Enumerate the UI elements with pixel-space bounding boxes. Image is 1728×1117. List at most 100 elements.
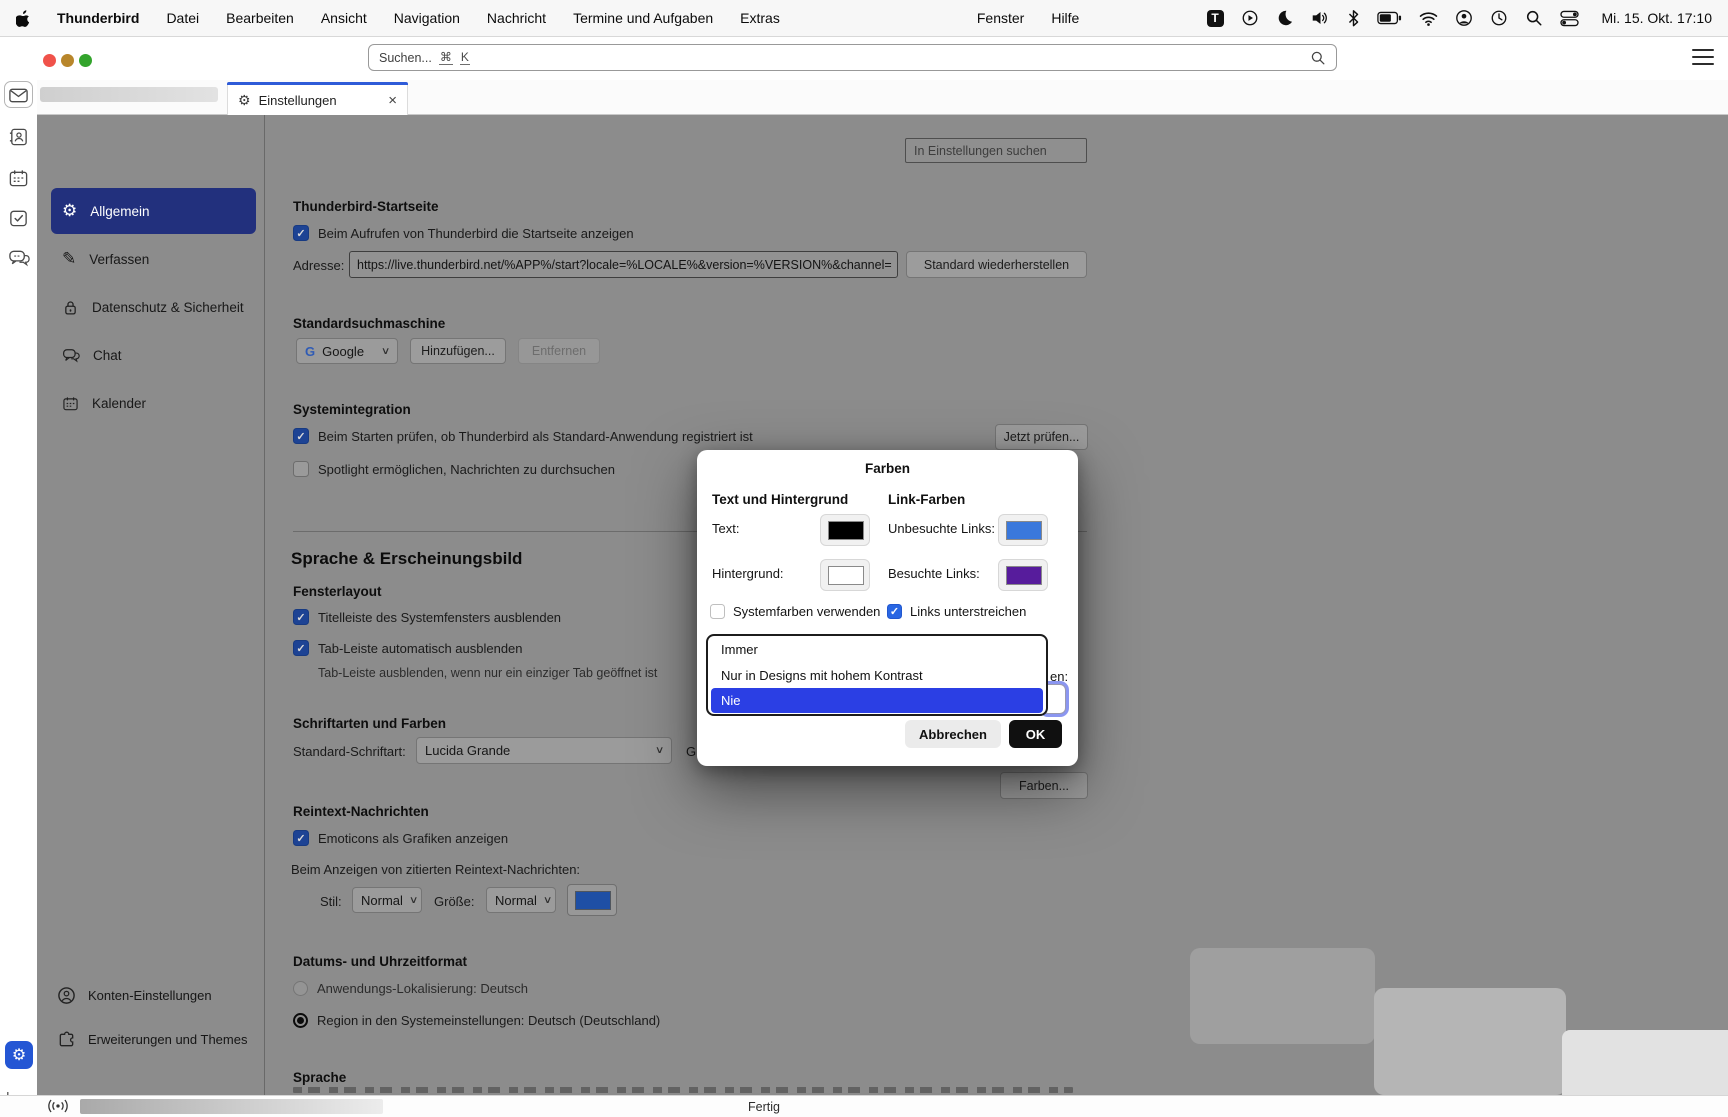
checkbox-underline-links[interactable]: ✓ [887,604,902,619]
section-heading-reintext: Reintext-Nachrichten [293,804,429,819]
moon-icon[interactable] [1276,9,1294,27]
visited-color-swatch[interactable] [998,559,1048,591]
sidebar-item-allgemein[interactable]: ⚙ Allgemein [51,188,256,234]
menu-termine[interactable]: Termine und Aufgaben [573,10,713,26]
sidebar-item-erweiterungen[interactable]: Erweiterungen und Themes [57,1030,247,1049]
close-icon[interactable]: × [388,92,397,109]
checkbox-default-app[interactable]: ✓ [293,428,309,444]
user-circle-icon[interactable] [1455,9,1473,27]
check-now-button[interactable]: Jetzt prüfen... [995,424,1088,450]
stil-label: Stil: [320,894,342,909]
sidebar-item-label: Allgemein [90,203,150,219]
chat-space-icon[interactable] [8,248,30,268]
volume-icon[interactable] [1311,9,1330,27]
apple-menu[interactable] [16,9,30,27]
mail-space-icon[interactable] [8,85,29,105]
menu-navigation[interactable]: Navigation [394,10,460,26]
stil-value: Normal [361,892,403,908]
section-heading-startseite: Thunderbird-Startseite [293,199,439,214]
settings-search-input[interactable]: In Einstellungen suchen [905,138,1087,163]
checkbox-emoticons[interactable]: ✓ [293,830,309,846]
search-icon[interactable] [1525,9,1543,27]
sidebar-item-verfassen[interactable]: ✎ Verfassen [51,236,256,282]
address-book-space-icon[interactable] [8,127,29,147]
wifi-icon[interactable] [1419,11,1438,26]
unvisited-color-swatch[interactable] [998,514,1048,546]
checkbox-system-colors[interactable] [710,604,725,619]
check-icon: ✓ [889,606,900,618]
checkbox-row-titlebar: ✓ Titelleiste des Systemfensters ausblen… [293,609,561,625]
thunderbird-badge-icon[interactable]: T [1206,9,1224,27]
dropdown-option-kontrast[interactable]: Nur in Designs mit hohem Kontrast [708,663,1046,689]
menu-bearbeiten[interactable]: Bearbeiten [226,10,294,26]
sidebar-item-datenschutz[interactable]: Datenschutz & Sicherheit [51,284,256,330]
chevron-down-icon: ∨ [380,345,391,357]
zoom-window-button[interactable] [79,54,92,67]
broadcast-icon [46,1098,70,1114]
cancel-button[interactable]: Abbrechen [905,720,1001,748]
stil-select[interactable]: Normal ∨ [352,887,422,913]
search-icon [1310,50,1326,66]
remove-engine-button[interactable]: Entfernen [518,338,600,364]
menu-bar-clock[interactable]: Mi. 15. Okt. 17:10 [1602,10,1713,26]
tab-label: Einstellungen [258,92,337,108]
quote-color-swatch[interactable] [567,884,617,916]
menu-extras[interactable]: Extras [740,10,780,26]
text-color-label: Text: [712,521,740,536]
close-window-button[interactable] [43,54,56,67]
colors-button[interactable]: Farben... [1000,772,1088,799]
dropdown-option-nie-selected[interactable]: Nie [711,688,1043,713]
tasks-space-icon[interactable] [8,208,29,228]
ok-button[interactable]: OK [1009,720,1062,748]
override-label-fragment: en: [1050,669,1069,684]
menu-fenster[interactable]: Fenster [977,10,1024,26]
groesse-select[interactable]: Normal ∨ [486,887,556,913]
dropdown-option-immer[interactable]: Immer [708,637,1046,663]
spaces-toolbar: ⚙ |← [0,37,38,1105]
checkbox-show-startpage[interactable]: ✓ [293,225,309,241]
radio-region[interactable] [293,1013,308,1028]
radio-app-locale[interactable] [293,981,308,996]
menu-thunderbird[interactable]: Thunderbird [57,10,139,26]
text-color-swatch[interactable] [820,514,870,546]
address-input[interactable]: https://live.thunderbird.net/%APP%/start… [349,251,898,278]
menu-hilfe[interactable]: Hilfe [1051,10,1079,26]
command-key-hint: ⌘ [438,50,453,65]
play-circle-icon[interactable] [1241,9,1259,27]
checkbox-row-startseite: ✓ Beim Aufrufen von Thunderbird die Star… [293,225,634,241]
checkbox-autohide-tabbar[interactable]: ✓ [293,640,309,656]
control-center-icon[interactable] [1559,10,1579,27]
minimize-window-button[interactable] [61,54,74,67]
global-search-input[interactable]: Suchen... ⌘ K [368,44,1337,71]
sidebar-item-chat[interactable]: Chat [51,332,256,378]
settings-search-placeholder: In Einstellungen suchen [914,143,1047,158]
history-icon[interactable] [1490,9,1508,27]
sidebar-item-kalender[interactable]: Kalender [51,380,256,426]
search-engine-select[interactable]: G Google ∨ [296,338,398,364]
checkbox-label: Beim Starten prüfen, ob Thunderbird als … [318,428,753,444]
calendar-icon [62,395,79,412]
check-icon: ✓ [296,227,306,240]
app-menu-icon[interactable] [1692,49,1714,65]
k-key-hint: K [459,50,470,65]
menu-ansicht[interactable]: Ansicht [321,10,367,26]
checkbox-label: Links unterstreichen [910,604,1027,619]
battery-icon[interactable] [1376,11,1402,25]
default-font-select[interactable]: Lucida Grande ∨ [416,737,672,764]
settings-space-button[interactable]: ⚙ [5,1041,33,1069]
calendar-space-icon[interactable] [8,168,29,188]
background-color-label: Hintergrund: [712,566,784,581]
checkbox-label: Emoticons als Grafiken anzeigen [318,830,509,846]
section-heading-erscheinungsbild: Sprache & Erscheinungsbild [291,549,523,568]
checkbox-hide-titlebar[interactable]: ✓ [293,609,309,625]
menu-datei[interactable]: Datei [166,10,199,26]
menu-nachricht[interactable]: Nachricht [487,10,546,26]
sidebar-divider [264,115,265,1095]
sidebar-item-konten-einstellungen[interactable]: Konten-Einstellungen [57,986,212,1005]
restore-default-button[interactable]: Standard wiederherstellen [906,251,1087,278]
bluetooth-icon[interactable] [1347,9,1360,27]
tab-einstellungen[interactable]: ⚙ Einstellungen × [227,85,408,115]
background-color-swatch[interactable] [820,559,870,591]
add-engine-button[interactable]: Hinzufügen... [410,338,506,364]
checkbox-spotlight[interactable] [293,461,309,477]
